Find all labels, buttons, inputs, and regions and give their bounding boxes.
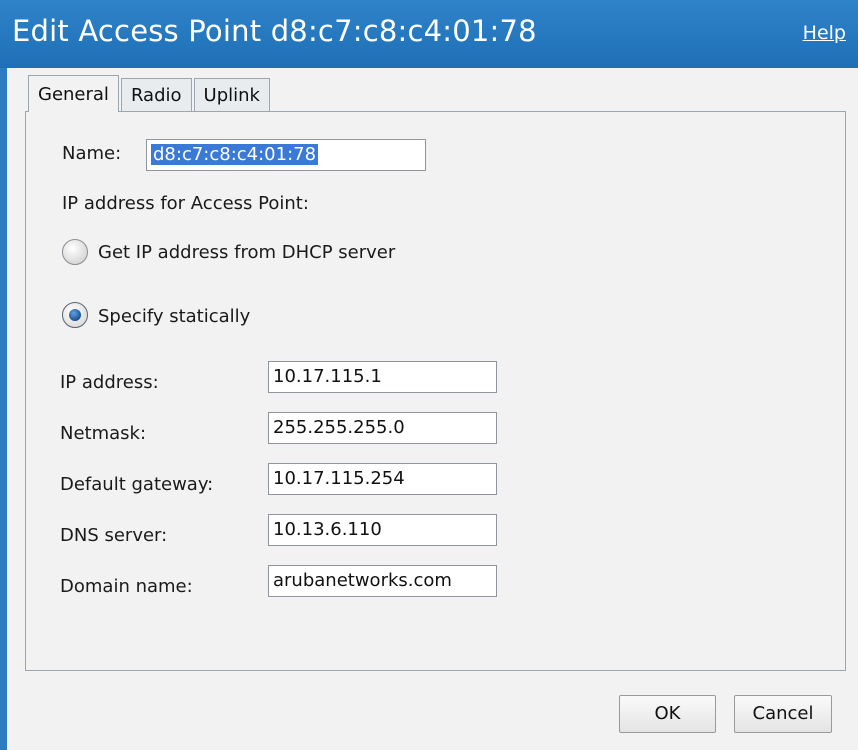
name-label: Name: [62,143,122,164]
ip-section-label: IP address for Access Point: [62,193,309,214]
dialog-title: Edit Access Point d8:c7:c8:c4:01:78 [12,14,537,48]
ip-address-input[interactable]: 10.17.115.1 [268,361,497,393]
domain-name-label: Domain name: [60,576,193,597]
name-input[interactable]: d8:c7:c8:c4:01:78 [146,139,426,171]
dhcp-radio[interactable] [62,239,88,265]
default-gateway-label: Default gateway: [60,474,214,495]
tab-bar: General Radio Uplink [28,75,272,112]
ok-button[interactable]: OK [619,695,716,733]
domain-name-input[interactable]: arubanetworks.com [268,565,497,597]
netmask-label: Netmask: [60,423,147,444]
dialog-left-border [0,68,7,750]
ip-address-label: IP address: [60,372,159,393]
tab-uplink[interactable]: Uplink [193,78,270,112]
default-gateway-input[interactable]: 10.17.115.254 [268,463,497,495]
dialog-titlebar: Edit Access Point d8:c7:c8:c4:01:78 Help [0,0,858,68]
help-link[interactable]: Help [803,22,846,44]
dns-server-input[interactable]: 10.13.6.110 [268,514,497,546]
tab-general[interactable]: General [28,75,119,112]
static-radio-label[interactable]: Specify statically [98,306,250,327]
netmask-input[interactable]: 255.255.255.0 [268,412,497,444]
radio-selected-dot [69,309,81,321]
tab-radio[interactable]: Radio [120,78,192,112]
edit-access-point-dialog: Edit Access Point d8:c7:c8:c4:01:78 Help… [0,0,858,750]
cancel-button[interactable]: Cancel [734,695,832,733]
static-radio[interactable] [62,302,88,328]
name-input-value: d8:c7:c8:c4:01:78 [151,144,319,165]
dns-server-label: DNS server: [60,525,168,546]
dhcp-radio-label[interactable]: Get IP address from DHCP server [98,242,395,263]
